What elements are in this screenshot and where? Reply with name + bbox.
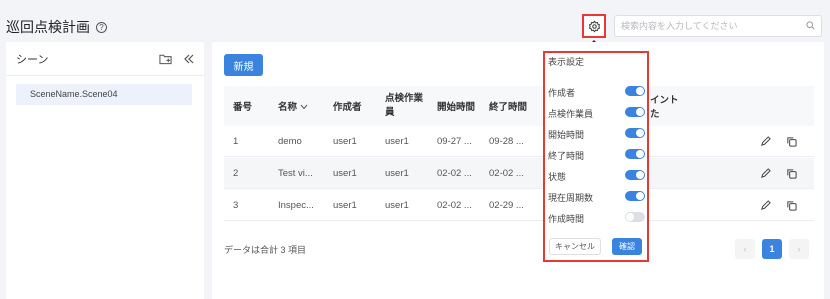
table-row[interactable]: 2 Test vi... user1 user1 02-02 ... 02-02… — [224, 158, 814, 189]
edit-icon[interactable] — [760, 136, 771, 147]
toggle-switch[interactable] — [625, 212, 645, 222]
cell-inspector: user1 — [385, 136, 409, 147]
cell-inspector: user1 — [385, 200, 409, 211]
chevron-down-icon — [300, 104, 308, 110]
copy-icon[interactable] — [786, 136, 797, 147]
page-title: 巡回点検計画 ? — [6, 17, 107, 37]
cancel-button[interactable]: キャンセル — [549, 238, 601, 255]
column-creator: 作成者 — [333, 102, 362, 113]
cell-number: 1 — [233, 136, 239, 147]
new-button[interactable]: 新規 — [224, 54, 263, 76]
search-icon[interactable] — [806, 21, 815, 30]
pager-page-1[interactable]: 1 — [762, 239, 782, 259]
column-inspector: 点検作業員 — [385, 93, 424, 118]
column-number: 番号 — [233, 102, 253, 113]
cell-start-time: 02-02 ... — [437, 168, 472, 179]
setting-label: 状態 — [548, 172, 567, 182]
sidebar-item-scene[interactable]: SceneName.Scene04 — [16, 84, 192, 105]
scene-sidebar: シーン SceneName.Scene04 — [6, 42, 204, 299]
cell-end-time: 02-29 ... — [489, 200, 524, 211]
collapse-icon[interactable] — [184, 54, 194, 64]
search-input[interactable] — [614, 15, 822, 37]
total-count-text: データは合計 3 項目 — [224, 245, 307, 255]
setting-label: 作成時間 — [548, 214, 585, 224]
toggle-switch[interactable] — [625, 107, 645, 117]
sidebar-header: シーン — [6, 42, 204, 76]
cell-number: 2 — [233, 168, 239, 179]
sidebar-title: シーン — [16, 53, 49, 66]
table-header: 番号 名称 作成者 点検作業員 開始時間 終了時間 イント た — [224, 86, 814, 126]
cell-start-time: 02-02 ... — [437, 200, 472, 211]
setting-item-start-time[interactable]: 開始時間 — [548, 124, 646, 144]
column-name[interactable]: 名称 — [278, 99, 308, 113]
popup-title: 表示設定 — [548, 57, 585, 67]
setting-item-created-time[interactable]: 作成時間 — [548, 208, 646, 228]
cell-name: demo — [278, 136, 302, 147]
gear-icon — [588, 19, 600, 33]
setting-label: 作成者 — [548, 88, 576, 98]
cell-name: Inspec... — [278, 200, 314, 211]
cell-creator: user1 — [333, 168, 357, 179]
setting-label: 現在周期数 — [548, 193, 594, 203]
setting-item-inspector[interactable]: 点検作業員 — [548, 103, 646, 123]
column-name-label: 名称 — [278, 102, 298, 113]
main-panel: 新規 番号 名称 作成者 点検作業員 開始時間 終了時間 イント た 1 dem… — [212, 42, 824, 299]
table-row[interactable]: 1 demo user1 user1 09-27 ... 09-28 ... — [224, 126, 814, 157]
page-title-text: 巡回点検計画 — [6, 19, 90, 35]
column-end-time: 終了時間 — [489, 102, 528, 113]
edit-icon[interactable] — [760, 200, 771, 211]
column-start-time: 開始時間 — [437, 102, 476, 113]
setting-item-status[interactable]: 状態 — [548, 166, 646, 186]
add-folder-icon[interactable] — [159, 53, 172, 65]
edit-icon[interactable] — [760, 168, 771, 179]
settings-button[interactable] — [582, 14, 606, 38]
setting-item-end-time[interactable]: 終了時間 — [548, 145, 646, 165]
toggle-switch[interactable] — [625, 191, 645, 201]
setting-label: 開始時間 — [548, 130, 585, 140]
cell-creator: user1 — [333, 200, 357, 211]
column-settings-popup: 表示設定 作成者 点検作業員 開始時間 終了時間 状態 現在周期数 作成時間 キ… — [543, 51, 649, 262]
confirm-button[interactable]: 確認 — [612, 238, 642, 255]
toggle-switch[interactable] — [625, 86, 645, 96]
copy-icon[interactable] — [786, 200, 797, 211]
toggle-switch[interactable] — [625, 170, 645, 180]
cell-number: 3 — [233, 200, 239, 211]
copy-icon[interactable] — [786, 168, 797, 179]
cell-inspector: user1 — [385, 168, 409, 179]
toggle-switch[interactable] — [625, 149, 645, 159]
pager-next-button[interactable]: › — [789, 239, 809, 259]
column-partial-1: イント — [650, 95, 679, 106]
column-partial-2: た — [650, 109, 660, 120]
setting-item-cycle-count[interactable]: 現在周期数 — [548, 187, 646, 207]
cell-name: Test vi... — [278, 168, 313, 179]
sidebar-actions — [159, 53, 194, 65]
toggle-switch[interactable] — [625, 128, 645, 138]
cell-creator: user1 — [333, 136, 357, 147]
cell-start-time: 09-27 ... — [437, 136, 472, 147]
setting-label: 点検作業員 — [548, 109, 594, 119]
setting-label: 終了時間 — [548, 151, 585, 161]
cell-end-time: 09-28 ... — [489, 136, 524, 147]
pager-prev-button[interactable]: ‹ — [735, 239, 755, 259]
table-row[interactable]: 3 Inspec... user1 user1 02-02 ... 02-29 … — [224, 190, 814, 221]
help-icon[interactable]: ? — [96, 21, 107, 33]
setting-item-creator[interactable]: 作成者 — [548, 82, 646, 102]
cell-end-time: 02-02 ... — [489, 168, 524, 179]
